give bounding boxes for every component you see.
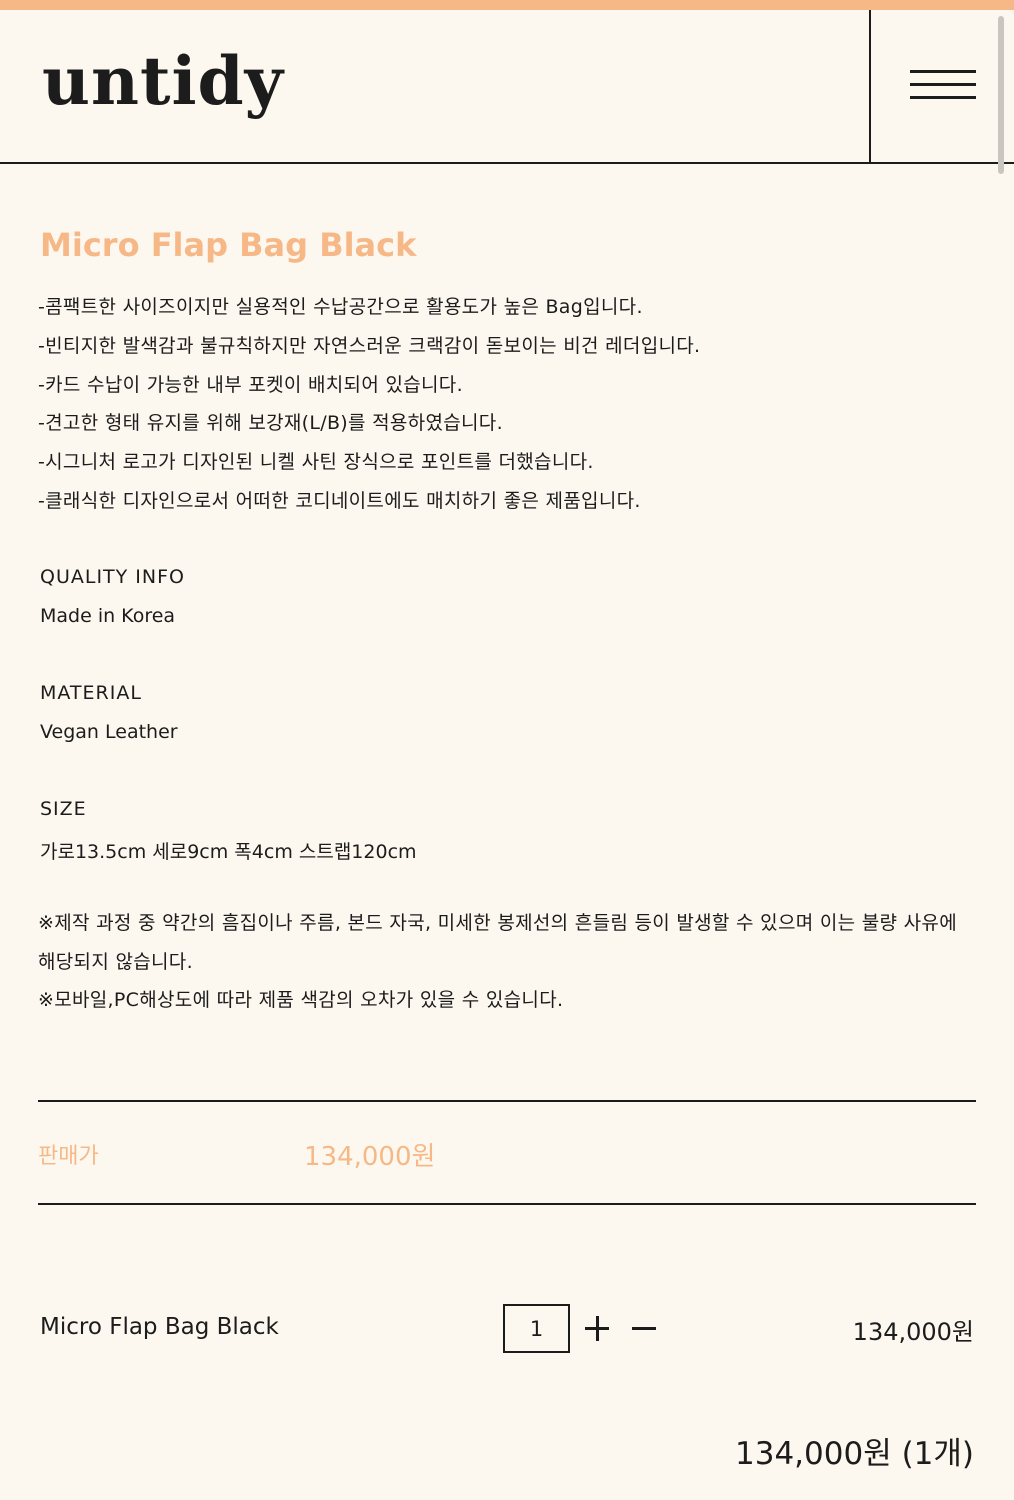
- product-notes: ※제작 과정 중 약간의 흠집이나 주름, 본드 자국, 미세한 봉제선의 흔들…: [38, 904, 974, 1020]
- price-bottom-divider: [38, 1203, 976, 1205]
- price-value: 134,000원: [304, 1142, 436, 1172]
- brand-logo[interactable]: untidy: [42, 48, 284, 114]
- order-item-name: Micro Flap Bag Black: [40, 1314, 279, 1340]
- minus-icon[interactable]: [621, 1304, 667, 1353]
- description-line: -콤팩트한 사이즈이지만 실용적인 수납공간으로 활용도가 높은 Bag입니다.: [38, 296, 643, 318]
- size-label: SIZE: [40, 798, 87, 820]
- grand-total: 134,000원 (1개): [735, 1436, 974, 1472]
- quality-info-label: QUALITY INFO: [40, 566, 185, 588]
- material-label: MATERIAL: [40, 682, 142, 704]
- line-total: 134,000원: [852, 1318, 974, 1346]
- note-line: ※모바일,PC해상도에 따라 제품 색감의 오차가 있을 수 있습니다.: [38, 989, 564, 1011]
- product-description: -콤팩트한 사이즈이지만 실용적인 수납공간으로 활용도가 높은 Bag입니다.…: [38, 288, 978, 521]
- hamburger-menu-icon[interactable]: [900, 60, 986, 108]
- quality-info-value: Made in Korea: [40, 605, 176, 627]
- quantity-input[interactable]: [503, 1304, 570, 1353]
- plus-icon[interactable]: [574, 1304, 620, 1353]
- description-line: -견고한 형태 유지를 위해 보강재(L/B)를 적용하였습니다.: [38, 412, 503, 435]
- description-line: -빈티지한 발색감과 불규칙하지만 자연스러운 크랙감이 돋보이는 비건 레더입…: [38, 334, 701, 357]
- size-value: 가로13.5cm 세로9cm 폭4cm 스트랩120cm: [40, 841, 417, 863]
- scrollbar[interactable]: [998, 16, 1004, 174]
- price-top-divider: [38, 1100, 976, 1102]
- header-divider: [869, 10, 871, 162]
- site-header: untidy: [0, 10, 1014, 164]
- description-line: -클래식한 디자인으로서 어떠한 코디네이트에도 매치하기 좋은 제품입니다.: [38, 489, 641, 512]
- note-line: ※제작 과정 중 약간의 흠집이나 주름, 본드 자국, 미세한 봉제선의 흔들…: [38, 912, 957, 973]
- price-label: 판매가: [38, 1144, 99, 1169]
- description-line: -시그니처 로고가 디자인된 니켈 사틴 장식으로 포인트를 더했습니다.: [38, 451, 594, 474]
- top-accent-strip: [0, 0, 1014, 10]
- product-title: Micro Flap Bag Black: [40, 226, 417, 264]
- material-value: Vegan Leather: [40, 721, 178, 743]
- description-line: -카드 수납이 가능한 내부 포켓이 배치되어 있습니다.: [38, 373, 463, 396]
